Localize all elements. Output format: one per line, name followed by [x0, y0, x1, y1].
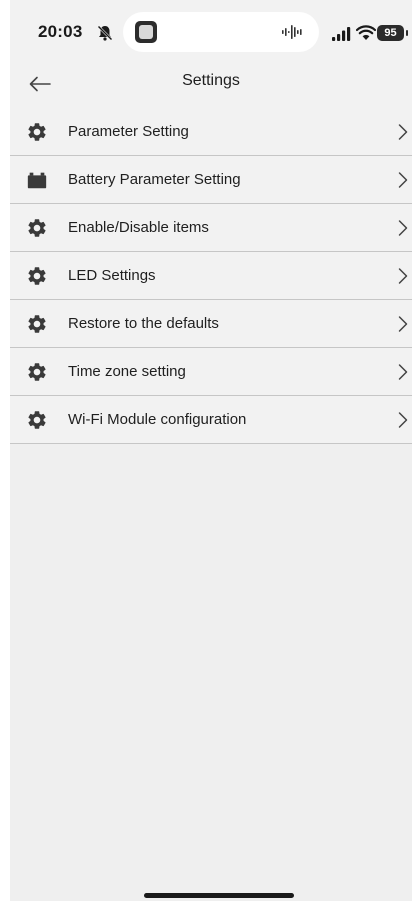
gear-icon — [26, 361, 48, 383]
gear-icon — [26, 217, 48, 239]
app-thumb-icon — [135, 21, 157, 43]
cell-signal-icon — [332, 27, 351, 41]
menu-item-label: Restore to the defaults — [68, 315, 219, 332]
menu-item-restore-defaults[interactable]: Restore to the defaults — [10, 300, 412, 348]
nav-bar: Settings — [10, 60, 412, 108]
menu-item-enable-disable-items[interactable]: Enable/Disable items — [10, 204, 412, 252]
chevron-right-icon — [398, 124, 408, 140]
menu-item-wifi-module-configuration[interactable]: Wi-Fi Module configuration — [10, 396, 412, 444]
menu-item-parameter-setting[interactable]: Parameter Setting — [10, 108, 412, 156]
gear-icon — [26, 121, 48, 143]
menu-item-label: Parameter Setting — [68, 123, 189, 140]
gear-icon — [26, 265, 48, 287]
status-time: 20:03 — [38, 22, 83, 41]
battery-indicator: 95 — [377, 25, 408, 41]
gear-icon — [26, 409, 48, 431]
menu-item-battery-parameter-setting[interactable]: Battery Parameter Setting — [10, 156, 412, 204]
waveform-icon — [282, 25, 302, 39]
chevron-right-icon — [398, 412, 408, 428]
menu-item-led-settings[interactable]: LED Settings — [10, 252, 412, 300]
chevron-right-icon — [398, 172, 408, 188]
settings-menu-list: Parameter Setting Battery Parameter Sett… — [10, 108, 412, 444]
menu-item-time-zone-setting[interactable]: Time zone setting — [10, 348, 412, 396]
dynamic-island[interactable] — [123, 12, 319, 52]
menu-item-label: Wi-Fi Module configuration — [68, 411, 247, 428]
gear-icon — [26, 313, 48, 335]
menu-item-label: Enable/Disable items — [68, 219, 209, 236]
settings-screen: 20:03 95 Settings Parameter Setting Batt… — [10, 0, 412, 901]
status-bar: 20:03 95 — [10, 0, 412, 60]
chevron-right-icon — [398, 364, 408, 380]
page-title: Settings — [182, 72, 240, 89]
battery-icon — [26, 169, 48, 191]
wifi-icon — [356, 25, 376, 40]
chevron-right-icon — [398, 220, 408, 236]
chevron-right-icon — [398, 316, 408, 332]
bell-off-icon — [97, 25, 113, 41]
chevron-right-icon — [398, 268, 408, 284]
home-indicator[interactable] — [144, 893, 294, 898]
menu-item-label: Battery Parameter Setting — [68, 171, 241, 188]
menu-item-label: Time zone setting — [68, 363, 186, 380]
menu-item-label: LED Settings — [68, 267, 156, 284]
